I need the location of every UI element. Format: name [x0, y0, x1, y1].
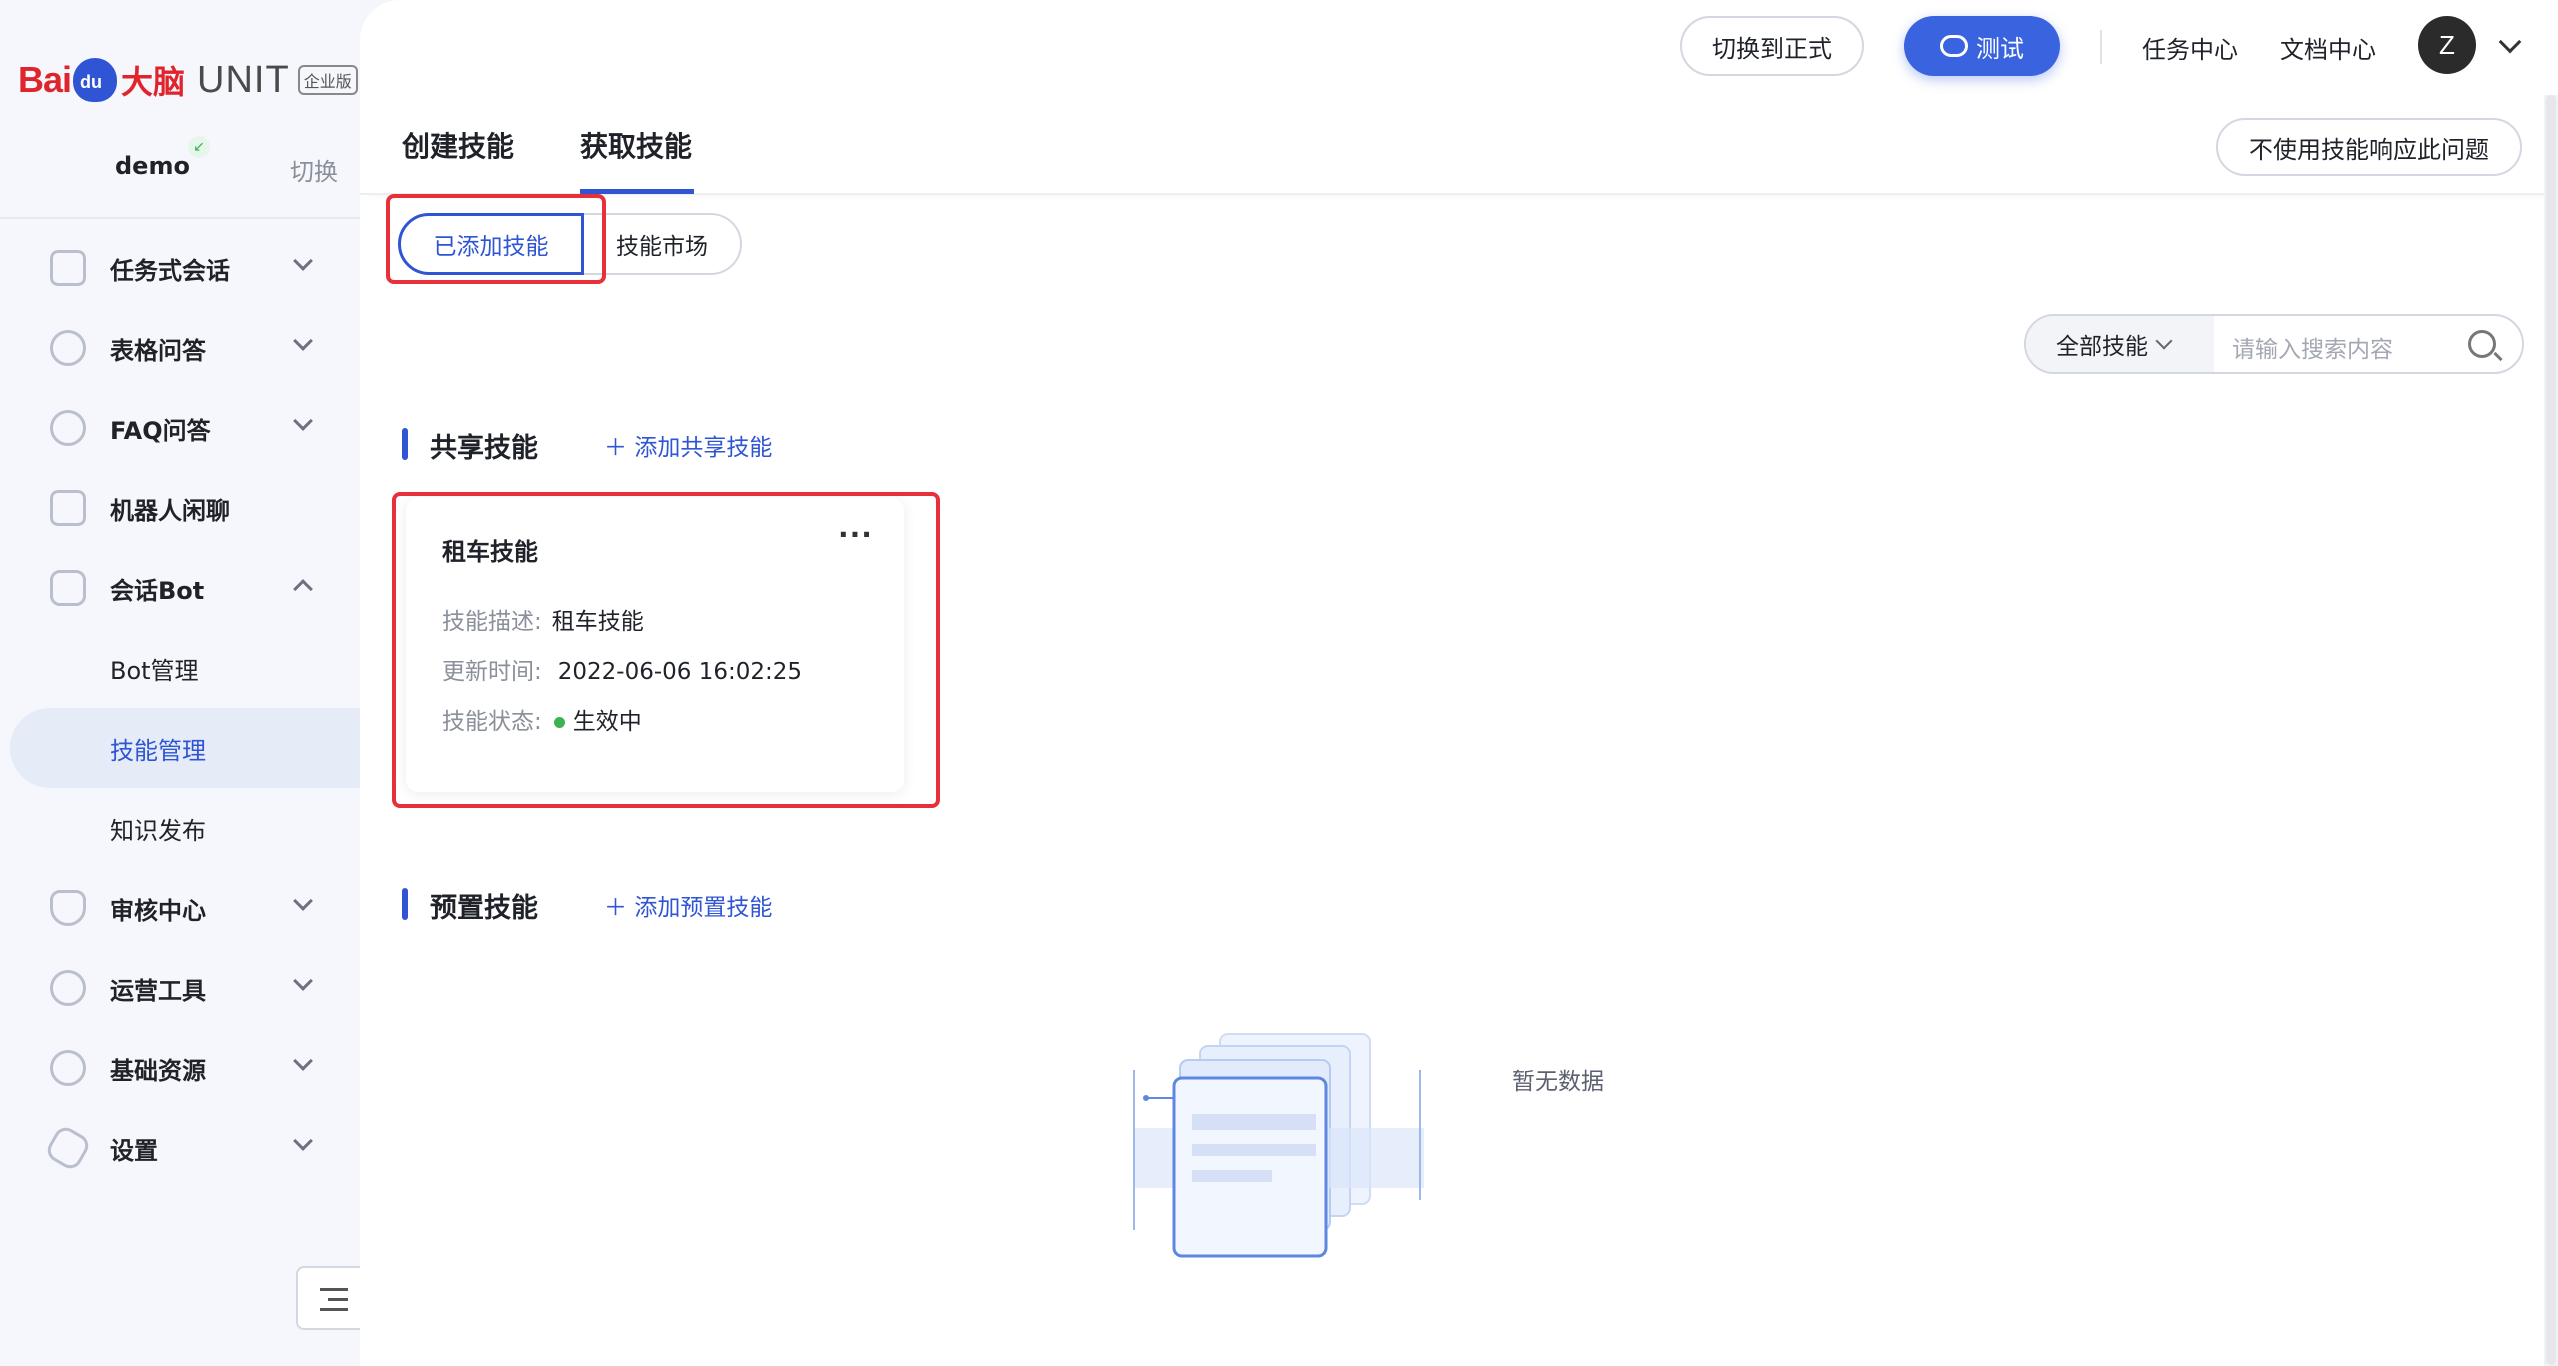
baidu-paw-icon — [73, 58, 118, 102]
tab-get-skill[interactable]: 获取技能 — [580, 125, 692, 165]
add-preset-skill-link[interactable]: ＋ 添加预置技能 — [604, 888, 772, 922]
sidebar-item-label: 会话Bot — [110, 576, 205, 605]
gear-icon — [43, 1123, 93, 1173]
sidebar-item-faq[interactable]: FAQ问答 — [0, 388, 360, 468]
collapse-sidebar-button[interactable] — [296, 1266, 366, 1330]
sidebar-item-label: 技能管理 — [110, 736, 206, 765]
gauge-icon — [50, 970, 86, 1006]
edition-badge: 企业版 — [297, 65, 358, 95]
test-label: 测试 — [1976, 34, 2024, 63]
chevron-down-icon — [293, 251, 313, 271]
sidebar-item-label: 审核中心 — [110, 896, 206, 925]
shield-icon — [50, 890, 86, 926]
sidebar-item-label: FAQ问答 — [110, 416, 211, 445]
logo-baidu-text: Bai — [18, 59, 72, 100]
sidebar-item-label: Bot管理 — [110, 656, 199, 685]
task-center-link[interactable]: 任务中心 — [2142, 30, 2238, 65]
chevron-down-icon — [293, 331, 313, 351]
sidebar-item-label: 机器人闲聊 — [110, 496, 230, 525]
chevron-down-icon — [293, 971, 313, 991]
add-shared-skill-link[interactable]: ＋ 添加共享技能 — [604, 428, 772, 462]
chevron-down-icon — [2155, 332, 2173, 350]
chat-icon — [50, 490, 86, 526]
sidebar-subitem-skill-manage[interactable]: 技能管理 — [10, 708, 360, 788]
scrollbar-thumb[interactable] — [2546, 95, 2556, 1365]
avatar[interactable]: Z — [2418, 16, 2476, 74]
add-preset-skill-label: 添加预置技能 — [634, 895, 773, 921]
highlight-box — [386, 194, 606, 284]
sidebar-item-base-resources[interactable]: 基础资源 — [0, 1028, 360, 1108]
chevron-down-icon — [293, 1051, 313, 1071]
collapse-icon-line — [320, 1308, 348, 1311]
segment-skill-market[interactable]: 技能市场 — [584, 213, 742, 275]
add-shared-skill-label: 添加共享技能 — [634, 435, 773, 461]
sidebar-divider — [0, 217, 360, 219]
section-marker — [402, 888, 408, 920]
bot-name: demo — [115, 152, 190, 180]
test-button[interactable]: 测试 — [1904, 16, 2060, 76]
sidebar-item-settings[interactable]: 设置 — [0, 1108, 360, 1188]
sidebar-item-label: 知识发布 — [110, 816, 206, 845]
sidebar: Bai 大脑 UNIT 企业版 demo ↙ 切换 任务式会话 表格问答 FAQ… — [0, 0, 366, 1366]
brand-logo[interactable]: Bai 大脑 UNIT 企业版 — [18, 52, 358, 108]
sidebar-item-label: 任务式会话 — [110, 256, 230, 285]
preset-skills-title: 预置技能 — [430, 893, 538, 924]
chevron-down-icon — [293, 411, 313, 431]
sidebar-item-label: 设置 — [110, 1136, 158, 1165]
switch-bot-link[interactable]: 切换 — [290, 152, 338, 187]
doc-center-link[interactable]: 文档中心 — [2280, 30, 2376, 65]
empty-state-text: 暂无数据 — [1512, 1069, 1604, 1095]
sidebar-item-ops-tools[interactable]: 运营工具 — [0, 948, 360, 1028]
chevron-up-icon — [293, 579, 313, 599]
skill-filter: 全部技能 请输入搜索内容 — [2024, 314, 2524, 374]
sidebar-nav: 任务式会话 表格问答 FAQ问答 机器人闲聊 会话Bot Bot管理 技能管理 — [0, 228, 360, 1188]
bot-status-icon: ↙ — [188, 136, 210, 158]
sidebar-subitem-knowledge-publish[interactable]: 知识发布 — [0, 788, 360, 868]
switch-to-production-button[interactable]: 切换到正式 — [1680, 16, 1864, 76]
sidebar-item-label: 表格问答 — [110, 336, 206, 365]
logo-unit-text: UNIT — [197, 58, 290, 101]
chevron-down-icon[interactable] — [2498, 30, 2522, 54]
tab-create-skill[interactable]: 创建技能 — [402, 125, 514, 165]
collapse-icon — [320, 1288, 348, 1291]
search-input[interactable]: 请输入搜索内容 — [2232, 330, 2393, 364]
shared-skills-title: 共享技能 — [430, 433, 538, 464]
sidebar-item-label: 基础资源 — [110, 1056, 206, 1085]
collapse-icon-line — [328, 1298, 348, 1301]
sidebar-item-review-center[interactable]: 审核中心 — [0, 868, 360, 948]
empty-state-illustration — [1133, 1033, 1424, 1258]
sidebar-item-chitchat[interactable]: 机器人闲聊 — [0, 468, 360, 548]
sidebar-item-task-dialog[interactable]: 任务式会话 — [0, 228, 360, 308]
section-marker — [402, 428, 408, 460]
highlight-box — [392, 492, 940, 808]
tree-icon — [50, 250, 86, 286]
skill-tabs: 创建技能 获取技能 不使用技能响应此问题 — [360, 95, 2558, 195]
sidebar-item-table-qa[interactable]: 表格问答 — [0, 308, 360, 388]
sidebar-item-label: 运营工具 — [110, 976, 206, 1005]
question-icon — [50, 410, 86, 446]
chevron-down-icon — [293, 1131, 313, 1151]
top-divider — [2100, 30, 2102, 64]
logo-danao-text: 大脑 — [121, 63, 186, 101]
chevron-down-icon — [293, 891, 313, 911]
robot-icon — [50, 570, 86, 606]
skill-type-select[interactable]: 全部技能 — [2026, 316, 2214, 372]
sidebar-item-dialog-bot[interactable]: 会话Bot — [0, 548, 360, 628]
cubes-icon — [50, 1050, 86, 1086]
main-panel: 切换到正式 测试 任务中心 文档中心 Z 创建技能 获取技能 不使用技能响应此问… — [360, 0, 2558, 1366]
sidebar-subitem-bot-manage[interactable]: Bot管理 — [0, 628, 360, 708]
chat-bubble-icon — [1940, 35, 1968, 57]
top-bar: 切换到正式 测试 任务中心 文档中心 Z — [360, 0, 2558, 95]
no-skill-response-button[interactable]: 不使用技能响应此问题 — [2216, 118, 2522, 176]
select-value: 全部技能 — [2056, 334, 2148, 360]
search-icon[interactable] — [2468, 330, 2496, 358]
branch-icon — [50, 330, 86, 366]
